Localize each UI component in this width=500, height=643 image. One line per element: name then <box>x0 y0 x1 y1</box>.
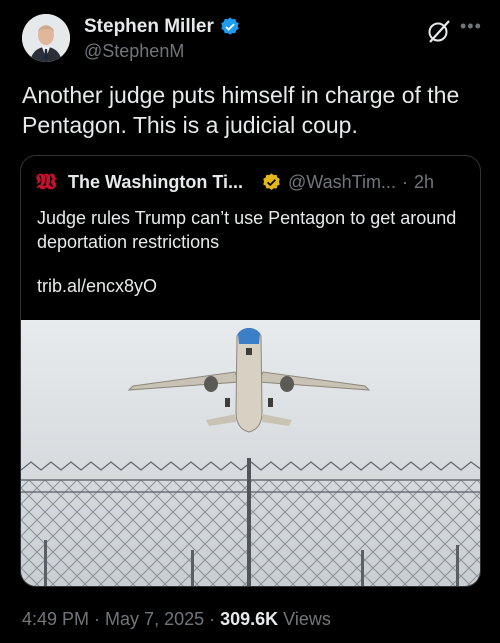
quoted-time[interactable]: 2h <box>414 172 434 193</box>
quoted-display-name[interactable]: The Washington Ti... <box>68 172 243 193</box>
gold-verified-badge-icon <box>263 172 280 190</box>
avatar[interactable] <box>22 14 70 62</box>
airplane-photo[interactable] <box>21 320 481 587</box>
washington-times-logo[interactable]: 𝖂 <box>36 170 62 194</box>
author-name-row: Stephen Miller <box>84 16 241 38</box>
views-label: Views <box>278 609 331 629</box>
tweet-text: Another judge puts himself in charge of … <box>22 82 460 138</box>
views-count[interactable]: 309.6K <box>220 609 278 629</box>
quoted-separator: · <box>401 171 408 192</box>
author-handle[interactable]: @StephenM <box>84 41 184 62</box>
more-icon[interactable]: ••• <box>460 16 482 37</box>
author-display-name[interactable]: Stephen Miller <box>84 16 214 38</box>
verified-badge-icon <box>221 17 239 35</box>
quoted-link[interactable]: trib.al/encx8yO <box>37 276 157 297</box>
grok-icon[interactable] <box>426 18 452 44</box>
quoted-text: Judge rules Trump can’t use Pentagon to … <box>37 208 457 252</box>
quoted-handle[interactable]: @WashTim... <box>288 172 396 193</box>
tweet-time[interactable]: 4:49 PM <box>22 609 89 629</box>
meta-separator: · <box>204 609 221 629</box>
tweet-date[interactable]: May 7, 2025 <box>105 609 204 629</box>
meta-separator: · <box>89 609 106 629</box>
tweet-meta: 4:49 PM · May 7, 2025 · 309.6K Views <box>22 609 331 630</box>
quoted-tweet[interactable]: 𝖂 The Washington Ti... @WashTim... · 2h … <box>20 155 481 587</box>
tweet-header: Stephen Miller @StephenM ••• <box>22 14 482 64</box>
quoted-header: 𝖂 The Washington Ti... @WashTim... · 2h <box>36 170 434 194</box>
